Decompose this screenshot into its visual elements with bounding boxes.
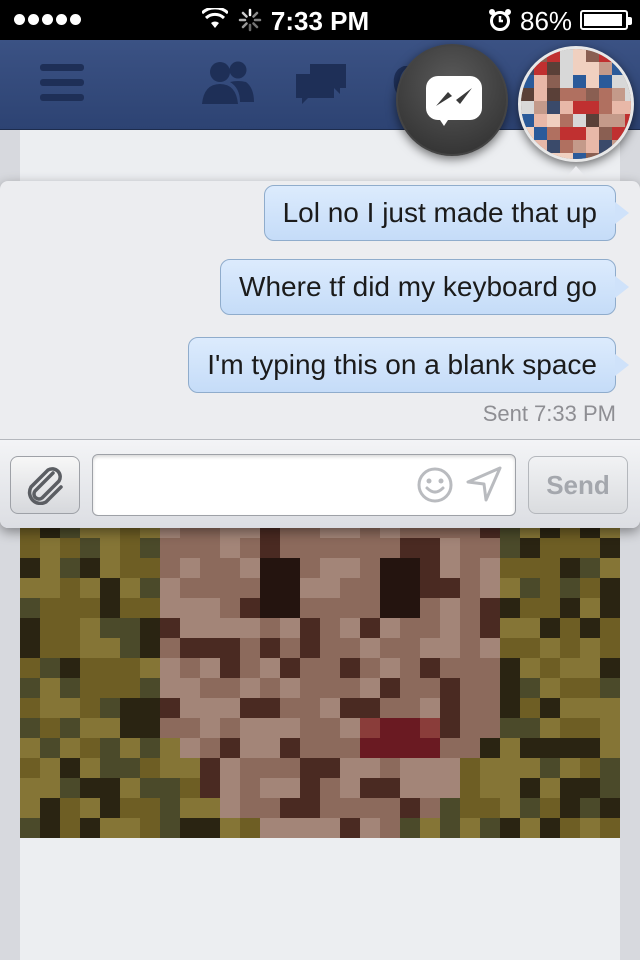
messages-icon[interactable] (294, 62, 348, 106)
message-text: Lol no I just made that up (282, 197, 597, 228)
message-text: I'm typing this on a blank space (207, 349, 597, 380)
location-arrow-icon[interactable] (466, 466, 502, 502)
paperclip-icon (27, 467, 63, 505)
menu-icon[interactable] (40, 64, 84, 104)
contact-avatar[interactable] (518, 46, 634, 162)
message-composer: Send (0, 439, 640, 528)
emoji-icon[interactable] (416, 466, 454, 504)
battery-icon (580, 10, 632, 30)
battery-percentage: 86% (520, 6, 573, 36)
alarm-clock-icon (489, 9, 511, 31)
message-bubble[interactable]: Lol no I just made that up (263, 185, 629, 241)
message-bubble[interactable]: Where tf did my keyboard go (220, 259, 629, 315)
status-bar: 7:33 PM 86% (0, 0, 640, 40)
messenger-icon (436, 88, 472, 106)
friend-requests-icon[interactable] (200, 60, 256, 106)
chat-panel: Lol no I just made that up Where tf did … (0, 181, 640, 528)
messenger-chathead[interactable] (396, 44, 508, 156)
send-button[interactable]: Send (528, 456, 628, 514)
message-bubble[interactable]: I'm typing this on a blank space (188, 337, 629, 393)
chathead-pointer (562, 166, 590, 182)
attach-button[interactable] (10, 456, 80, 514)
sent-status: Sent 7:33 PM (482, 401, 616, 426)
message-text: Where tf did my keyboard go (239, 271, 597, 302)
